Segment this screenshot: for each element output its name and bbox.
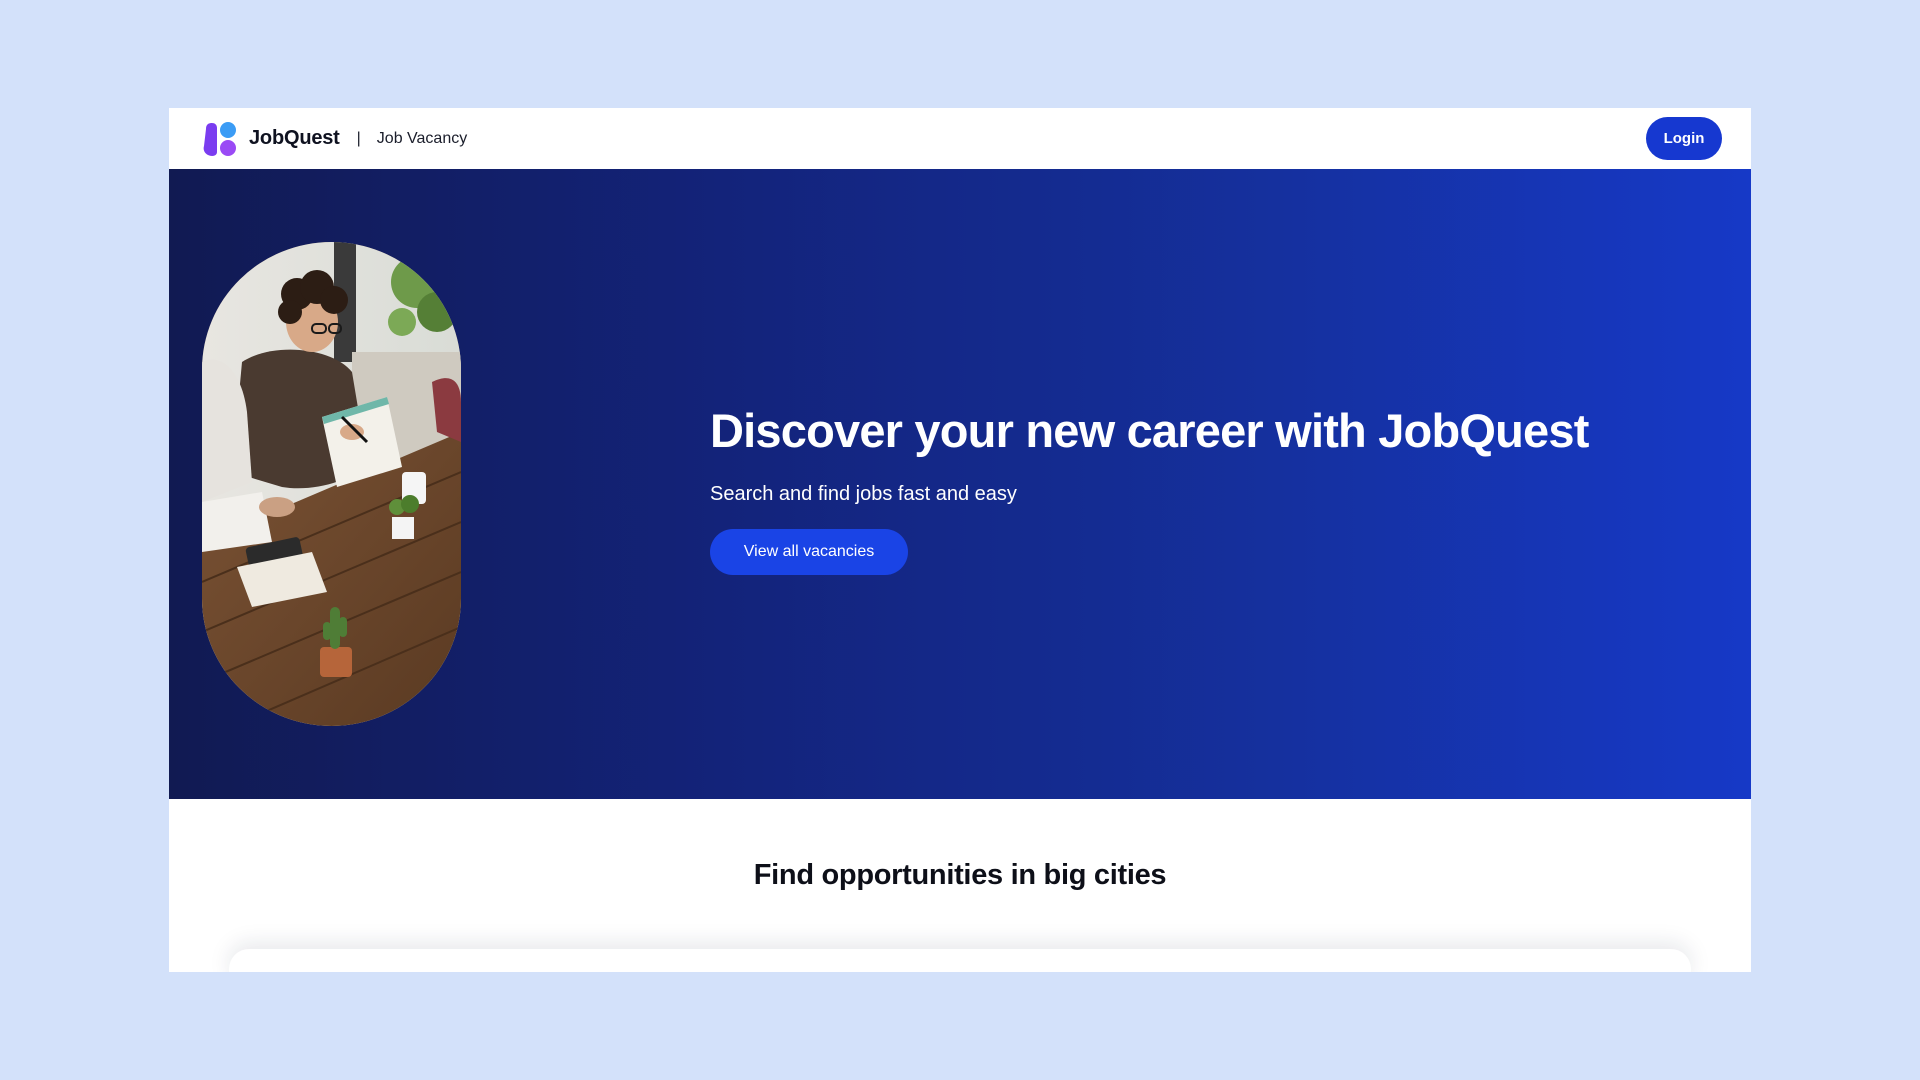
site-header: JobQuest | Job Vacancy Login <box>169 108 1751 169</box>
cities-section: Find opportunities in big cities <box>169 799 1751 972</box>
hero-section: Discover your new career with JobQuest S… <box>169 169 1751 799</box>
login-button[interactable]: Login <box>1646 117 1722 160</box>
view-all-vacancies-button[interactable]: View all vacancies <box>710 529 908 576</box>
cities-title: Find opportunities in big cities <box>753 859 1167 891</box>
brand-name: JobQuest <box>249 127 340 149</box>
cities-card-container <box>229 949 1691 972</box>
hero-title: Discover your new career with JobQuest <box>710 404 1589 457</box>
browser-viewport: JobQuest | Job Vacancy Login Discover yo… <box>169 108 1751 972</box>
section-label: Job Vacancy <box>376 129 468 147</box>
brand-separator: | <box>356 129 361 147</box>
hero-photo <box>202 242 461 726</box>
jobquest-logo-icon <box>203 121 236 156</box>
brand-link[interactable]: JobQuest <box>202 120 340 158</box>
hero-content: Discover your new career with JobQuest S… <box>710 404 1670 576</box>
office-meeting-image <box>202 242 461 726</box>
hero-subtitle: Search and find jobs fast and easy <box>710 483 1017 506</box>
